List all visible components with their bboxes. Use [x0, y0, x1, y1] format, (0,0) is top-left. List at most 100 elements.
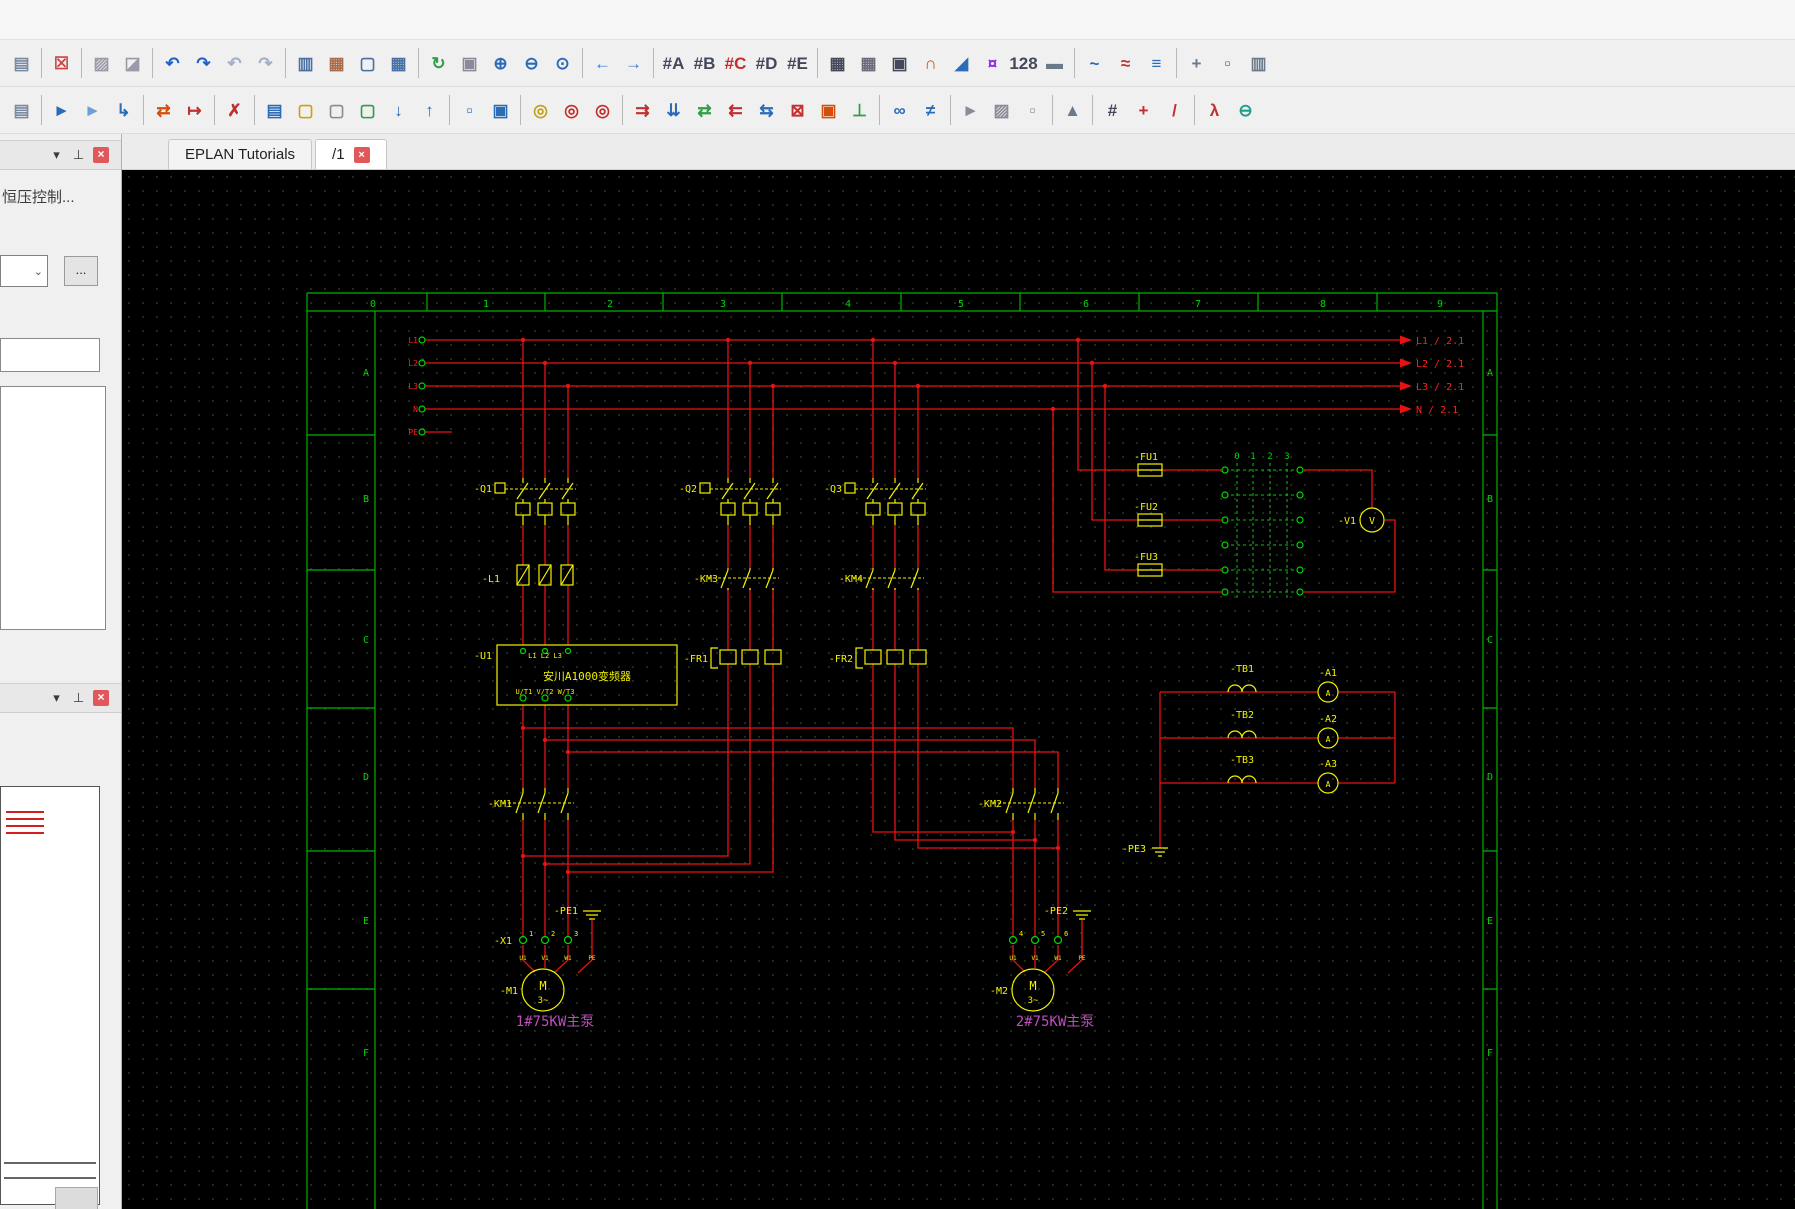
zoom-out-icon[interactable]: ⊖	[516, 47, 547, 79]
net-tracking-icon[interactable]: ⇇	[720, 94, 751, 126]
format-eraser-icon[interactable]: ◪	[117, 47, 148, 79]
increment-icon[interactable]: ¤	[977, 47, 1008, 79]
page-preview-icon[interactable]: ▢	[352, 47, 383, 79]
pe2-ground-group[interactable]: -PE2	[1044, 906, 1091, 920]
close-icon[interactable]: ×	[353, 146, 370, 163]
connect-icon[interactable]: ∞	[884, 94, 915, 126]
stamp-icon[interactable]: ▲	[1057, 94, 1088, 126]
voltmeter-v1-group[interactable]: V -V1	[1338, 507, 1385, 533]
pin-icon[interactable]: ⊥	[71, 147, 86, 163]
redo-icon[interactable]: ↷	[188, 47, 219, 79]
thermal-relay-fr2-group[interactable]: -FR2	[829, 647, 927, 669]
assign-icon[interactable]: ↦	[179, 94, 210, 126]
contactor-km4-group[interactable]: -KM4	[839, 568, 924, 590]
motor-m2-group[interactable]: M 3~ -M2 U1 V1 W1 PE 2#75KW主泵	[990, 955, 1094, 1030]
grid-e-icon[interactable]: #E	[782, 47, 813, 79]
menu-item[interactable]	[206, 0, 228, 39]
menu-item[interactable]	[140, 0, 162, 39]
zoom-window-icon[interactable]: ▣	[454, 47, 485, 79]
window-tile-icon[interactable]: ▥	[290, 47, 321, 79]
menu-item[interactable]	[118, 0, 140, 39]
breaker-q3-group[interactable]: -Q3	[824, 478, 926, 525]
circle-connection-icon[interactable]: ⊖	[1230, 94, 1261, 126]
zoom-100-icon[interactable]: ⊙	[547, 47, 578, 79]
list-item[interactable]	[1, 539, 105, 567]
macro-box-icon[interactable]: ▫	[1017, 94, 1048, 126]
page-tree-list[interactable]	[0, 386, 106, 630]
center-target-icon[interactable]: ◎	[525, 94, 556, 126]
delete-placeholder-icon[interactable]: ☒	[46, 47, 77, 79]
reactor-l1-group[interactable]: -L1	[482, 564, 574, 586]
grid-d-icon[interactable]: #D	[751, 47, 782, 79]
contactor-km2-group[interactable]: -KM2	[978, 788, 1064, 820]
close-icon[interactable]: ×	[93, 690, 109, 706]
hatch-icon[interactable]: ▨	[986, 94, 1017, 126]
redraw-icon[interactable]: ↻	[423, 47, 454, 79]
menu-item[interactable]	[184, 0, 206, 39]
connection-tracking-icon[interactable]: ⇄	[689, 94, 720, 126]
back-icon[interactable]: ←	[587, 47, 618, 79]
search-field[interactable]	[0, 338, 100, 372]
contactor-km1-group[interactable]: -KM1	[488, 788, 574, 820]
t-node-icon[interactable]: ⊥	[844, 94, 875, 126]
undo-history-icon[interactable]: ↶	[219, 47, 250, 79]
disconnect-icon[interactable]: ≠	[915, 94, 946, 126]
align-target-icon[interactable]: ◎	[556, 94, 587, 126]
zoom-in-icon[interactable]: ⊕	[485, 47, 516, 79]
coordinate-icon[interactable]: ◢	[946, 47, 977, 79]
undo-icon[interactable]: ↶	[157, 47, 188, 79]
snap-magnet-icon[interactable]: ∩	[915, 47, 946, 79]
menu-item[interactable]	[96, 0, 118, 39]
menu-item[interactable]	[162, 0, 184, 39]
insert-grid-icon[interactable]: #	[1097, 94, 1128, 126]
interruption-point-icon[interactable]: ⊠	[782, 94, 813, 126]
page-properties-icon[interactable]: ▢	[352, 94, 383, 126]
pin-icon[interactable]: ⊥	[71, 690, 86, 706]
structure-box-icon[interactable]: ▫	[1212, 47, 1243, 79]
add-connection-icon[interactable]: +	[1128, 94, 1159, 126]
menu-item[interactable]	[228, 0, 250, 39]
terminal-strip-x1-group[interactable]: -X1 1 2 3 4 5 6	[494, 930, 1068, 947]
cancel-action-icon[interactable]: ✗	[219, 94, 250, 126]
window-cascade-icon[interactable]: ▦	[321, 47, 352, 79]
chevron-down-icon[interactable]: ▾	[49, 690, 64, 706]
dock-window-icon[interactable]: ▥	[1243, 47, 1274, 79]
collapsed-panel-fragment[interactable]	[55, 1187, 98, 1209]
forward-icon[interactable]: →	[618, 47, 649, 79]
ct-ammeter-group[interactable]: -TB1 -TB2 -TB3 -A1 -A2 -A3 A A A	[1227, 664, 1339, 794]
grid-c-icon[interactable]: #C	[720, 47, 751, 79]
wire-numbering-icon[interactable]: ⇆	[751, 94, 782, 126]
list-item[interactable]	[1, 567, 105, 595]
menu-item[interactable]	[74, 0, 96, 39]
contactor-km3-group[interactable]: -KM3	[694, 568, 779, 590]
grid-display-icon[interactable]: ▦	[822, 47, 853, 79]
grid-a-icon[interactable]: #A	[658, 47, 689, 79]
pe1-ground-group[interactable]: -PE1	[554, 906, 601, 920]
motor-m1-group[interactable]: M 3~ -M1 U1 V1 W1 PE 1#75KW主泵	[500, 955, 596, 1030]
focus-target-icon[interactable]: ◎	[587, 94, 618, 126]
potential-tracking-icon[interactable]: ⇉	[627, 94, 658, 126]
page-import-icon[interactable]: ↓	[383, 94, 414, 126]
signal-tracking-icon[interactable]: ⇊	[658, 94, 689, 126]
insert-point-icon[interactable]: +	[1181, 47, 1212, 79]
paste-special-icon[interactable]: ▤	[6, 94, 37, 126]
filter-combobox[interactable]: ⌄	[0, 255, 48, 287]
select-frame-icon[interactable]: ▫	[454, 94, 485, 126]
grid-b-icon[interactable]: #B	[689, 47, 720, 79]
tab-page-1[interactable]: /1 ×	[315, 139, 387, 169]
thermal-relay-fr1-group[interactable]: -FR1	[684, 647, 782, 669]
breaker-q2-group[interactable]: -Q2	[679, 478, 781, 525]
device-numbering-icon[interactable]: ▣	[485, 94, 516, 126]
autoconnect-icon[interactable]: ~	[1079, 47, 1110, 79]
text-size-128-icon[interactable]: 128	[1008, 47, 1039, 79]
format-brush-icon[interactable]: ▨	[86, 47, 117, 79]
goto-page-icon[interactable]: ↳	[108, 94, 139, 126]
close-icon[interactable]: ×	[93, 147, 109, 163]
ruler-icon[interactable]: ▬	[1039, 47, 1070, 79]
sync-selection-icon[interactable]: ⇄	[148, 94, 179, 126]
menu-item[interactable]	[52, 0, 74, 39]
autoconnect-off-icon[interactable]: ≈	[1110, 47, 1141, 79]
page-open-icon[interactable]: ▢	[321, 94, 352, 126]
angle-connection-icon[interactable]: λ	[1199, 94, 1230, 126]
slash-connection-icon[interactable]: /	[1159, 94, 1190, 126]
